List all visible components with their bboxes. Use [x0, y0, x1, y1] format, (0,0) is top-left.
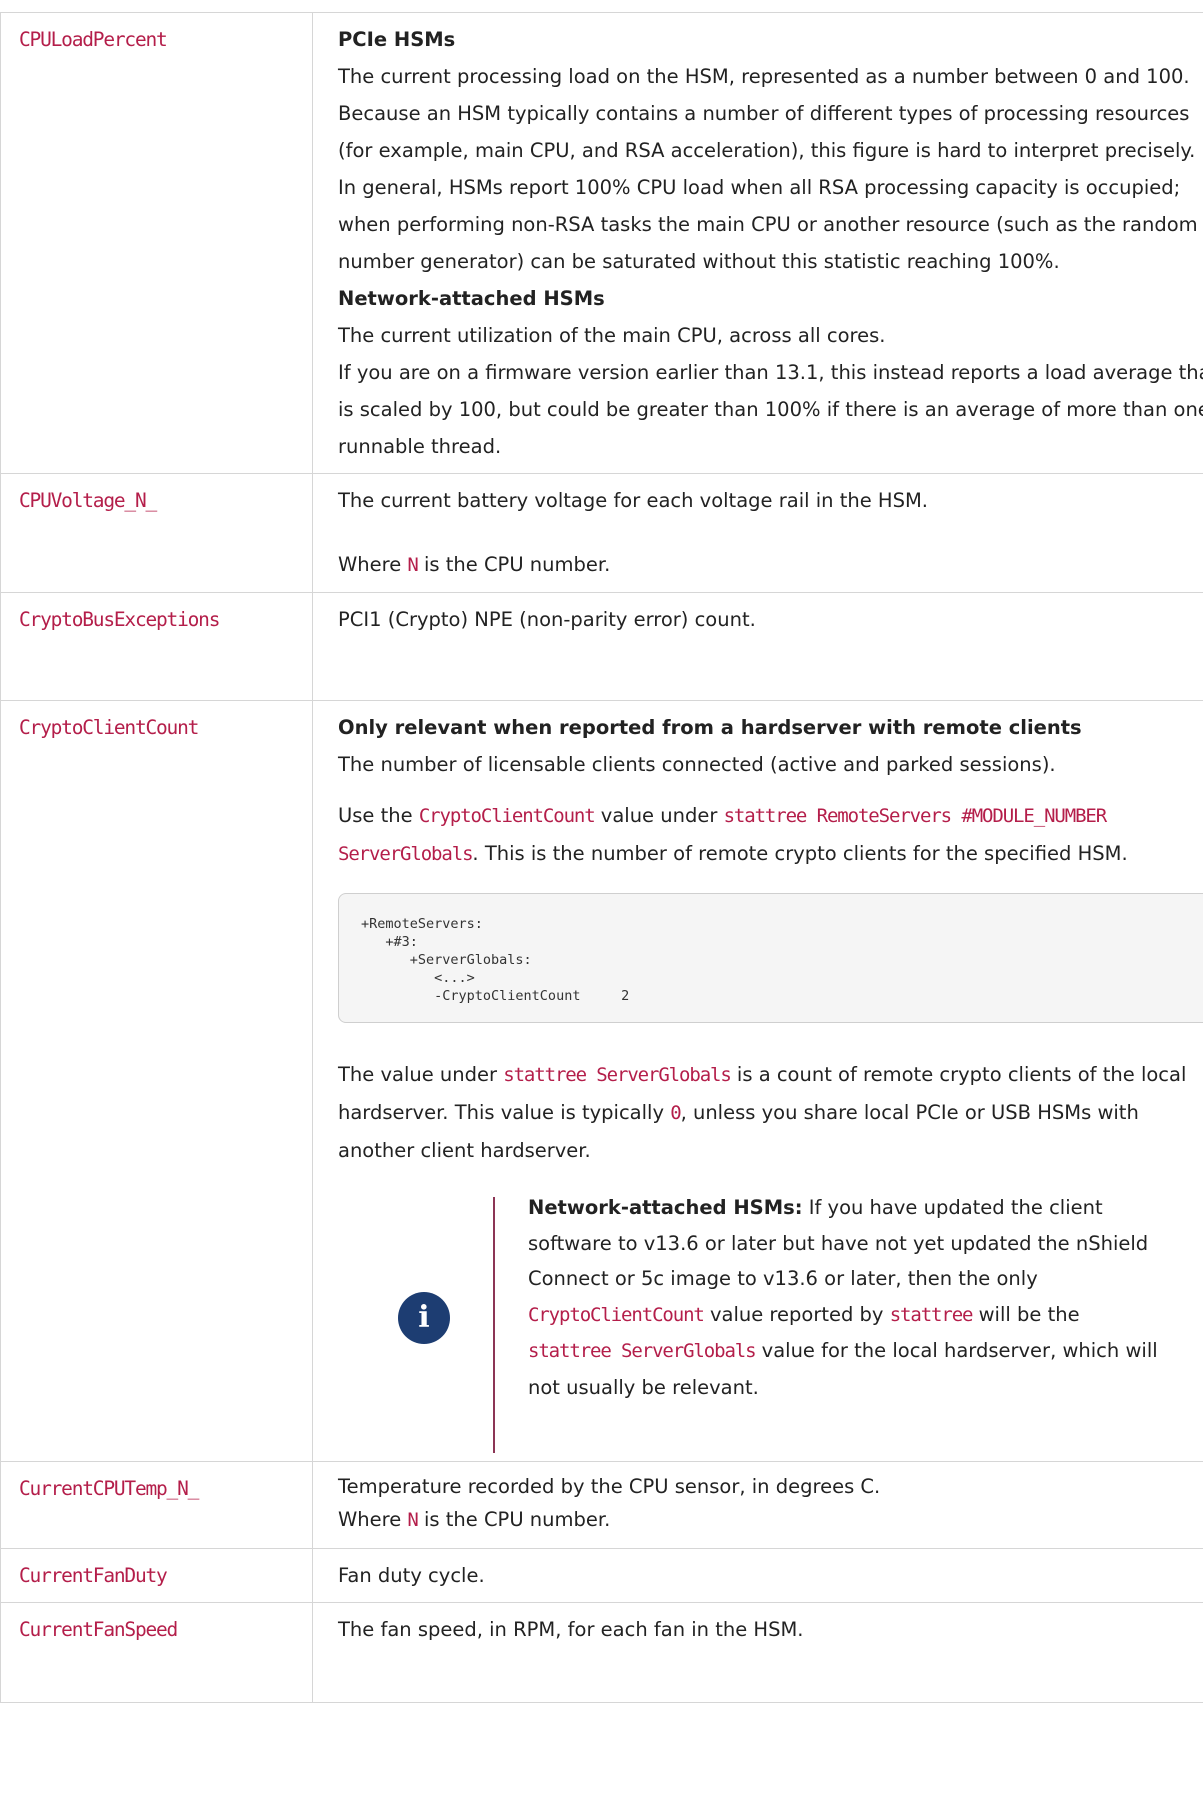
paragraph: The current processing load on the HSM, … [338, 65, 1198, 273]
table-row: CryptoClientCount Only relevant when rep… [0, 700, 1203, 1462]
stat-description: Only relevant when reported from a hards… [312, 700, 1203, 1462]
text: is the CPU number. [417, 1508, 611, 1531]
paragraph: The value under stattree ServerGlobals i… [338, 1056, 1203, 1169]
table-row: CryptoBusExceptions PCI1 (Crypto) NPE (n… [0, 592, 1203, 701]
inline-code: stattree ServerGlobals [503, 1064, 732, 1086]
stat-description: PCI1 (Crypto) NPE (non-parity error) cou… [312, 592, 1203, 701]
table-row: CPULoadPercent PCIe HSMs The current pro… [0, 12, 1203, 474]
inline-code: CryptoClientCount [528, 1303, 705, 1326]
paragraph: The number of licensable clients connect… [338, 753, 1056, 776]
text: value reported by [703, 1302, 890, 1326]
paragraph: The current utilization of the main CPU,… [338, 324, 886, 347]
info-admonition: i Network-attached HSMs: If you have upd… [338, 1196, 1203, 1453]
text: value under [594, 804, 724, 827]
paragraph: If you are on a firmware version earlier… [338, 361, 1203, 458]
stats-table: CPULoadPercent PCIe HSMs The current pro… [0, 12, 1203, 1703]
table-row: CurrentFanDuty Fan duty cycle. [0, 1548, 1203, 1603]
stat-name-cell: CryptoBusExceptions [0, 592, 313, 701]
stat-name-cell: CPULoadPercent [0, 12, 313, 474]
text: Network-attached HSMs: [528, 1196, 803, 1219]
inline-code: CryptoClientCount [418, 805, 596, 827]
stat-description: PCIe HSMs The current processing load on… [312, 12, 1203, 474]
stat-name-cell: CPUVoltage_N_ [0, 473, 313, 593]
stat-name-cell: CurrentFanDuty [0, 1548, 313, 1603]
text: is the CPU number. [417, 553, 611, 576]
paragraph: The fan speed, in RPM, for each fan in t… [338, 1618, 804, 1641]
stat-name: CurrentFanSpeed [19, 1618, 178, 1641]
text: Where [338, 553, 408, 576]
stat-description: Temperature recorded by the CPU sensor, … [312, 1461, 1203, 1549]
inline-code: stattree ServerGlobals [528, 1340, 757, 1362]
stat-description: The fan speed, in RPM, for each fan in t… [312, 1602, 1203, 1703]
text: . This is the number of remote crypto cl… [472, 842, 1128, 865]
section-heading: Network-attached HSMs [338, 287, 605, 310]
text: Where [338, 1508, 408, 1531]
admonition-text: Network-attached HSMs: If you have updat… [528, 1190, 1168, 1405]
admonition-divider [493, 1197, 495, 1453]
inline-code: 0 [670, 1102, 681, 1124]
var-code: N [407, 1509, 418, 1531]
section-heading: PCIe HSMs [338, 28, 456, 51]
info-icon: i [398, 1292, 450, 1344]
stat-description: Fan duty cycle. [312, 1548, 1203, 1603]
paragraph: Where N is the CPU number. [338, 546, 1203, 584]
inline-code: ServerGlobals [338, 843, 474, 865]
inline-code: stattree RemoteServers #MODULE_NUMBER [723, 805, 1108, 827]
paragraph: Fan duty cycle. [338, 1564, 485, 1587]
stat-name: CryptoBusExceptions [19, 608, 220, 631]
stat-name: CryptoClientCount [19, 716, 199, 739]
table-row: CPUVoltage_N_ The current battery voltag… [0, 473, 1203, 593]
table-row: CurrentFanSpeed The fan speed, in RPM, f… [0, 1602, 1203, 1703]
paragraph: Temperature recorded by the CPU sensor, … [338, 1475, 881, 1498]
table-row: CurrentCPUTemp_N_ Temperature recorded b… [0, 1461, 1203, 1549]
section-heading: Only relevant when reported from a hards… [338, 716, 1082, 739]
stat-name: CurrentFanDuty [19, 1564, 168, 1587]
stat-name-cell: CryptoClientCount [0, 700, 313, 1462]
stat-name: CPULoadPercent [19, 28, 168, 51]
paragraph: PCI1 (Crypto) NPE (non-parity error) cou… [338, 608, 756, 631]
text: Use the [338, 804, 419, 827]
paragraph: Where N is the CPU number. [338, 1503, 1203, 1537]
stat-name-cell: CurrentFanSpeed [0, 1602, 313, 1703]
paragraph: Use the CryptoClientCount value under st… [338, 797, 1178, 873]
stat-name-cell: CurrentCPUTemp_N_ [0, 1461, 313, 1549]
text: The value under [338, 1063, 504, 1086]
stat-name: CPUVoltage_N_ [19, 489, 157, 512]
inline-code: stattree [889, 1303, 974, 1326]
text: will be the [972, 1302, 1080, 1326]
code-block: +RemoteServers: +#3: +ServerGlobals: <..… [338, 893, 1203, 1023]
stat-name: CurrentCPUTemp_N_ [19, 1477, 199, 1500]
var-code: N [407, 554, 418, 576]
paragraph: The current battery voltage for each vol… [338, 489, 928, 512]
stat-description: The current battery voltage for each vol… [312, 473, 1203, 593]
